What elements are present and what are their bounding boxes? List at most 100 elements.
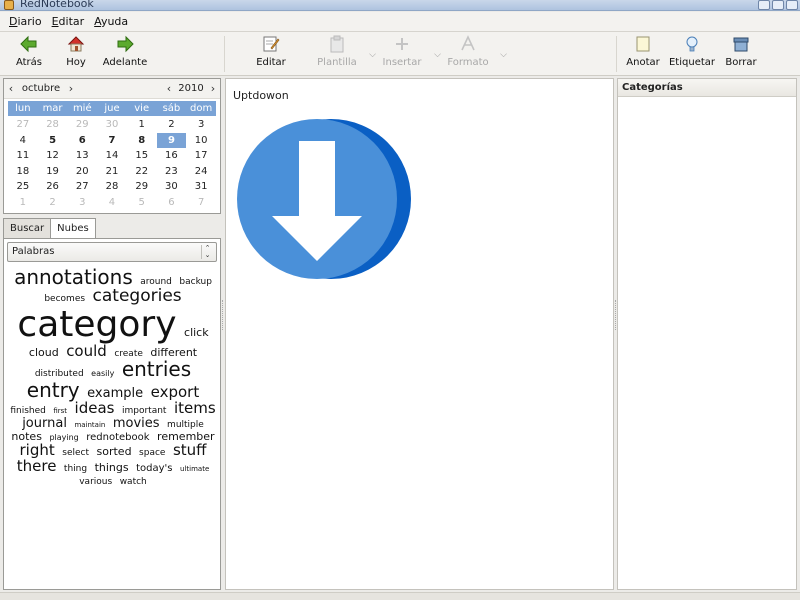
prev-month-icon[interactable]: ‹ [4, 82, 18, 95]
cloud-word[interactable]: things [95, 462, 129, 474]
calendar-day[interactable]: 3 [67, 195, 97, 211]
cloud-word[interactable]: annotations [14, 267, 133, 288]
calendar-day[interactable]: 7 [97, 133, 127, 149]
forward-button[interactable]: Adelante [98, 34, 152, 74]
back-button[interactable]: Atrás [2, 34, 56, 74]
cloud-word[interactable]: backup [179, 277, 212, 287]
calendar-day[interactable]: 11 [8, 148, 38, 164]
chevron-down-icon[interactable]: ⌵ [434, 50, 441, 60]
cloud-word[interactable]: stuff [173, 443, 207, 459]
calendar-day[interactable]: 20 [67, 164, 97, 180]
today-label: Hoy [66, 57, 86, 68]
calendar-day[interactable]: 26 [38, 179, 68, 195]
calendar-day[interactable]: 1 [8, 195, 38, 211]
cloud-word[interactable]: category [17, 306, 176, 344]
calendar-day[interactable]: 30 [157, 179, 187, 195]
close-button[interactable] [786, 0, 798, 10]
weekday-label: sáb [162, 103, 181, 114]
calendar-day[interactable]: 17 [186, 148, 216, 164]
menu-editar[interactable]: Editar [47, 15, 90, 28]
cloud-word[interactable]: could [66, 343, 107, 360]
calendar-day[interactable]: 29 [127, 179, 157, 195]
calendar-day[interactable]: 6 [67, 133, 97, 149]
delete-button[interactable]: Borrar [714, 34, 768, 74]
cloud-word[interactable]: easily [91, 369, 114, 378]
calendar-day[interactable]: 28 [97, 179, 127, 195]
calendar-day[interactable]: 29 [67, 117, 97, 133]
pane-resize-handle[interactable] [222, 300, 224, 330]
calendar-day[interactable]: 23 [157, 164, 187, 180]
calendar-day[interactable]: 10 [186, 133, 216, 149]
calendar-day-selected[interactable]: 9 [156, 132, 187, 148]
tab-clouds[interactable]: Nubes [50, 218, 96, 239]
calendar-day[interactable]: 13 [67, 148, 97, 164]
insert-label: Insertar [382, 57, 422, 68]
cloud-word[interactable]: space [139, 448, 165, 458]
calendar-day[interactable]: 16 [157, 148, 187, 164]
calendar-day[interactable]: 14 [97, 148, 127, 164]
cloud-word[interactable]: watch [120, 477, 147, 487]
template-button[interactable]: Plantilla ⌵ [310, 34, 376, 74]
tag-button[interactable]: Etiquetar [665, 34, 719, 74]
minimize-button[interactable] [758, 0, 770, 10]
calendar-day[interactable]: 3 [186, 117, 216, 133]
calendar-day[interactable]: 2 [157, 117, 187, 133]
cloud-word[interactable]: entries [122, 359, 191, 380]
calendar-day[interactable]: 4 [97, 195, 127, 211]
chevron-down-icon[interactable]: ⌵ [500, 50, 507, 60]
calendar-day[interactable]: 18 [8, 164, 38, 180]
calendar-day[interactable]: 7 [186, 195, 216, 211]
cloud-word[interactable]: thing [64, 464, 87, 474]
cloud-word[interactable]: today's [136, 464, 172, 475]
cloud-word[interactable]: ideas [75, 401, 115, 417]
calendar-day[interactable]: 24 [186, 164, 216, 180]
annotate-button[interactable]: Anotar [616, 34, 670, 74]
categories-header[interactable]: Categorías [618, 79, 796, 97]
cloud-word[interactable]: select [62, 448, 89, 458]
calendar-day[interactable]: 22 [127, 164, 157, 180]
next-year-icon[interactable]: › [206, 82, 220, 95]
cloud-word[interactable]: journal [22, 417, 67, 431]
calendar-day[interactable]: 15 [127, 148, 157, 164]
cloud-word[interactable]: click [184, 327, 209, 339]
cloud-word[interactable]: various [79, 477, 112, 487]
next-month-icon[interactable]: › [64, 82, 78, 95]
calendar-day[interactable]: 8 [127, 133, 157, 149]
cloud-word[interactable]: entry [27, 380, 80, 401]
cloud-word[interactable]: items [174, 401, 216, 417]
cloud-word[interactable]: movies [113, 417, 160, 431]
cloud-word[interactable]: maintain [74, 421, 105, 429]
calendar-day[interactable]: 1 [127, 117, 157, 133]
calendar-day[interactable]: 5 [38, 133, 68, 149]
cloud-word[interactable]: first [53, 408, 67, 416]
calendar-day[interactable]: 27 [8, 117, 38, 133]
cloud-word[interactable]: sorted [97, 446, 132, 458]
calendar-day[interactable]: 19 [38, 164, 68, 180]
calendar-day[interactable]: 21 [97, 164, 127, 180]
insert-button[interactable]: Insertar ⌵ [375, 34, 441, 74]
calendar-day[interactable]: 12 [38, 148, 68, 164]
calendar-day[interactable]: 6 [157, 195, 187, 211]
calendar-day[interactable]: 5 [127, 195, 157, 211]
cloud-word[interactable]: rednotebook [86, 432, 149, 444]
menu-diario[interactable]: Diario [4, 15, 47, 28]
calendar-day[interactable]: 28 [38, 117, 68, 133]
calendar-day[interactable]: 25 [8, 179, 38, 195]
cloud-word[interactable]: cloud [29, 347, 59, 359]
tab-search[interactable]: Buscar [3, 218, 52, 238]
menu-ayuda[interactable]: Ayuda [89, 15, 133, 28]
calendar-day[interactable]: 31 [186, 179, 216, 195]
calendar-day[interactable]: 30 [97, 117, 127, 133]
maximize-button[interactable] [772, 0, 784, 10]
edit-button[interactable]: Editar [244, 34, 298, 74]
today-button[interactable]: Hoy [49, 34, 103, 74]
calendar-day[interactable]: 27 [67, 179, 97, 195]
calendar-day[interactable]: 4 [8, 133, 38, 149]
format-button[interactable]: Formato ⌵ [441, 34, 507, 74]
cloud-word[interactable]: ultimate [180, 465, 209, 473]
prev-year-icon[interactable]: ‹ [162, 82, 176, 95]
entry-editor[interactable]: Uptdowon [225, 78, 614, 590]
cloud-word[interactable]: there [17, 458, 57, 475]
calendar-day[interactable]: 2 [38, 195, 68, 211]
cloud-type-select[interactable]: Palabras ⌃ ⌄ [7, 242, 217, 262]
